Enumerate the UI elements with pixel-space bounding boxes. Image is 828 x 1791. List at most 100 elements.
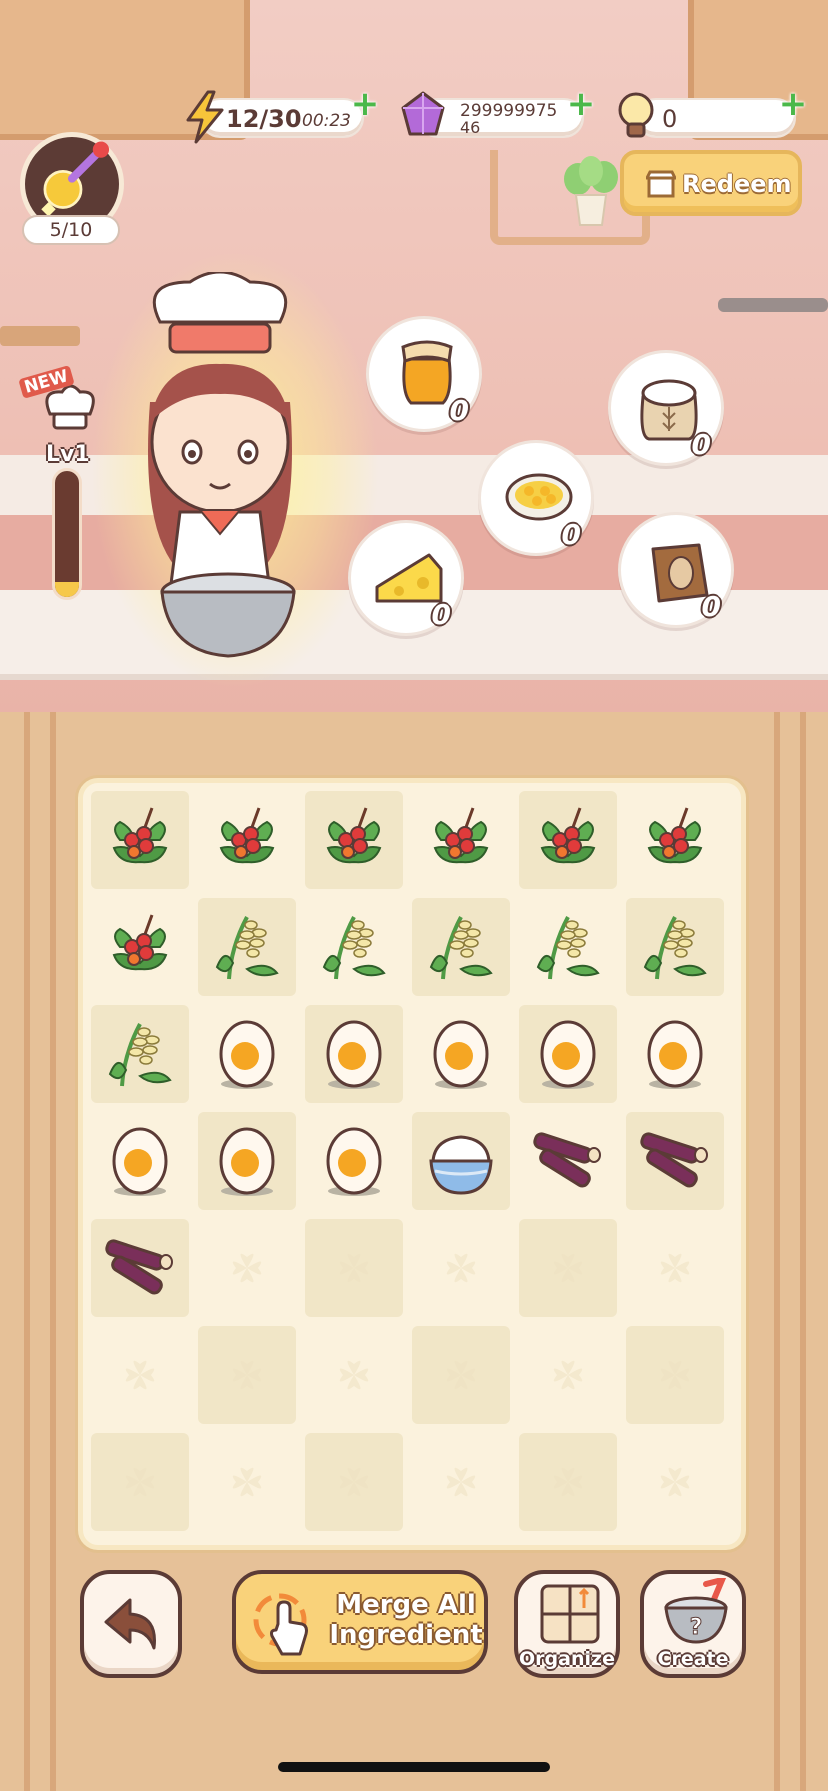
ingredient-honey[interactable]: 0 [366, 316, 482, 432]
create-label: Create [657, 1648, 729, 1670]
clover-placeholder-icon [446, 1253, 476, 1283]
board-cell-coffee-cherry[interactable] [305, 791, 403, 889]
organize-button[interactable]: Organize [514, 1570, 620, 1678]
board-cell-empty[interactable] [198, 1433, 296, 1531]
back-button[interactable] [80, 1570, 182, 1678]
coffee-cherry-icon [326, 807, 382, 864]
board-cell-coffee-cherry[interactable] [412, 791, 510, 889]
lightbulb-icon [618, 92, 654, 138]
board-cell-purple-sugarcane[interactable] [91, 1219, 189, 1317]
board-cell-egg[interactable] [519, 1005, 617, 1103]
create-button[interactable]: ? Create [640, 1570, 746, 1678]
board-cell-wheat[interactable] [519, 898, 617, 996]
board-cell-coffee-cherry[interactable] [198, 791, 296, 889]
purple-sugarcane-icon [533, 1132, 601, 1188]
board-cell-purple-sugarcane[interactable] [626, 1112, 724, 1210]
board-cell-cream-bowl[interactable] [412, 1112, 510, 1210]
board-cell-empty[interactable] [198, 1326, 296, 1424]
add-gems-button[interactable]: + [566, 87, 596, 121]
board-cell-empty[interactable] [91, 1433, 189, 1531]
board-cell-coffee-cherry[interactable] [626, 791, 724, 889]
egg-icon [433, 1020, 489, 1089]
board-cell-empty[interactable] [305, 1326, 403, 1424]
board-cell-empty[interactable] [91, 1326, 189, 1424]
clover-placeholder-icon [232, 1253, 262, 1283]
bulb-pill [636, 98, 796, 138]
home-indicator [278, 1762, 550, 1772]
board-cell-empty[interactable] [626, 1326, 724, 1424]
coffee-cherry-icon [540, 807, 596, 864]
board-cell-egg[interactable] [305, 1112, 403, 1210]
clover-placeholder-icon [339, 1467, 369, 1497]
board-cell-egg[interactable] [626, 1005, 724, 1103]
gem-value-line2: 46 [460, 118, 481, 137]
merge-hand-icon [253, 1593, 308, 1656]
egg-icon [219, 1020, 275, 1089]
clover-placeholder-icon [339, 1253, 369, 1283]
board-cell-egg[interactable] [305, 1005, 403, 1103]
board-cell-egg[interactable] [91, 1112, 189, 1210]
board-cell-egg[interactable] [412, 1005, 510, 1103]
board-cell-empty[interactable] [519, 1326, 617, 1424]
egg-icon [219, 1127, 275, 1196]
wheat-icon [108, 1023, 172, 1087]
board-cell-empty[interactable] [519, 1219, 617, 1317]
wood-stripe [24, 712, 30, 1791]
clover-placeholder-icon [553, 1360, 583, 1390]
board-cell-coffee-cherry[interactable] [91, 791, 189, 889]
board-cell-wheat[interactable] [305, 898, 403, 996]
chef-character[interactable] [120, 272, 320, 672]
merge-all-button[interactable]: Merge All Ingredient [232, 1570, 488, 1674]
wood-stripe [50, 712, 56, 1791]
clover-placeholder-icon [660, 1253, 690, 1283]
energy-timer: 00:23 [302, 111, 351, 131]
board-cell-empty[interactable] [519, 1433, 617, 1531]
shop-icon [646, 170, 676, 198]
board-cell-empty[interactable] [198, 1219, 296, 1317]
ingredient-egg-yolks[interactable]: 0 [478, 440, 594, 556]
board-cell-wheat[interactable] [198, 898, 296, 996]
board-cell-coffee-cherry[interactable] [91, 898, 189, 996]
board-cell-purple-sugarcane[interactable] [519, 1112, 617, 1210]
clover-placeholder-icon [660, 1467, 690, 1497]
clover-placeholder-icon [125, 1360, 155, 1390]
board-cell-empty[interactable] [412, 1219, 510, 1317]
board-cell-empty[interactable] [305, 1219, 403, 1317]
board-cell-egg[interactable] [198, 1005, 296, 1103]
wheat-icon [215, 916, 279, 980]
board-cell-egg[interactable] [198, 1112, 296, 1210]
coffee-cherry-icon [219, 807, 275, 864]
lightning-icon [186, 90, 224, 144]
clover-placeholder-icon [339, 1360, 369, 1390]
wood-stripe [774, 712, 780, 1791]
board-cell-empty[interactable] [626, 1433, 724, 1531]
coffee-cherry-icon [647, 807, 703, 864]
board-cell-wheat[interactable] [412, 898, 510, 996]
add-energy-button[interactable]: + [350, 87, 380, 121]
board-cell-empty[interactable] [412, 1433, 510, 1531]
board-cell-wheat[interactable] [626, 898, 724, 996]
ingredient-cheese[interactable]: 0 [348, 520, 464, 636]
board-cell-wheat[interactable] [91, 1005, 189, 1103]
board-cell-empty[interactable] [305, 1433, 403, 1531]
level-label: Lv1 [46, 442, 90, 467]
ingredient-qty: 0 [701, 590, 721, 623]
add-bulbs-button[interactable]: + [778, 87, 808, 121]
wheat-icon [429, 916, 493, 980]
merge-all-label: Merge All Ingredient [329, 1590, 483, 1650]
board-cell-empty[interactable] [412, 1326, 510, 1424]
board-cell-empty[interactable] [626, 1219, 724, 1317]
clover-placeholder-icon [446, 1360, 476, 1390]
purple-sugarcane-icon [105, 1239, 173, 1295]
organize-grid-icon [540, 1584, 600, 1644]
ingredient-coffee[interactable]: 0 [618, 512, 734, 628]
egg-icon [112, 1127, 168, 1196]
board-cell-coffee-cherry[interactable] [519, 791, 617, 889]
redeem-button[interactable]: Redeem [620, 150, 802, 216]
shelf [0, 326, 80, 346]
ingredient-flour[interactable]: 0 [608, 350, 724, 466]
egg-icon [540, 1020, 596, 1089]
wheat-icon [643, 916, 707, 980]
clover-placeholder-icon [553, 1253, 583, 1283]
clover-placeholder-icon [553, 1467, 583, 1497]
